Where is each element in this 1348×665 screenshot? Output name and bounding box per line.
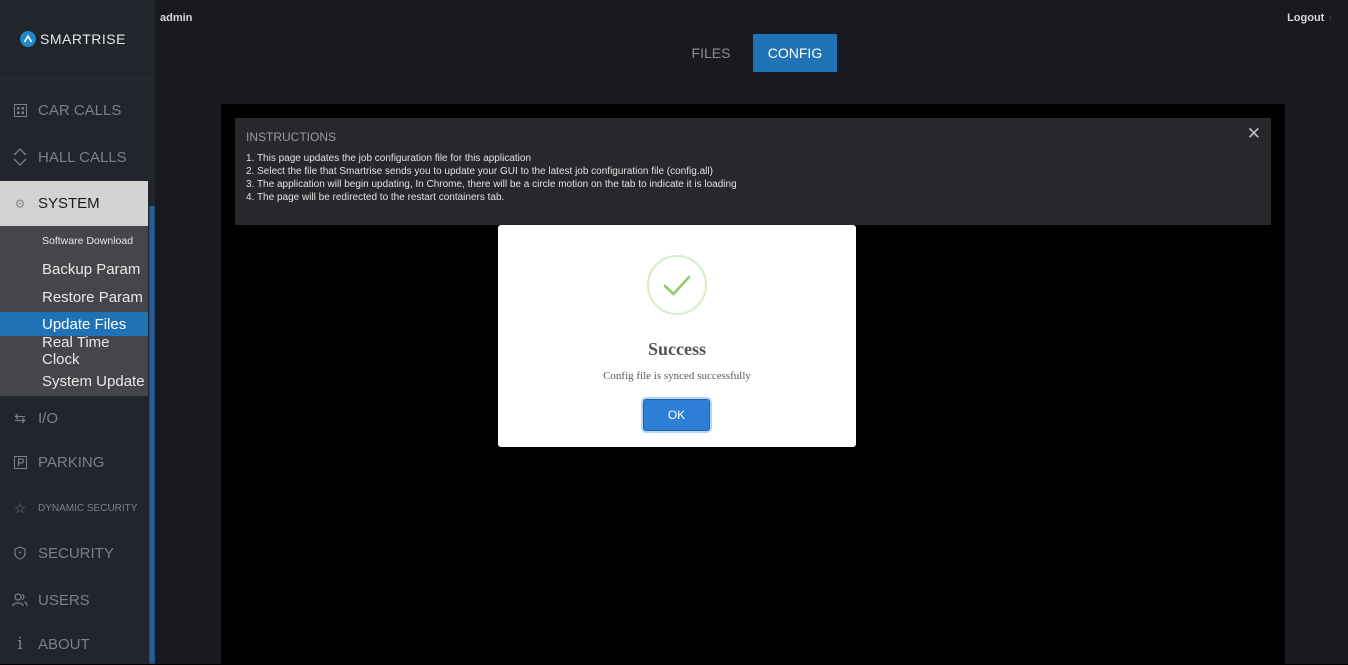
gear-icon: ⚙ <box>14 196 26 211</box>
brand-name: SMARTRISE <box>40 31 126 47</box>
submenu-item-label: Restore Param <box>42 288 143 306</box>
sidebar-item-users[interactable]: USERS <box>0 579 148 621</box>
tab-label: CONFIG <box>767 45 823 61</box>
current-user: admin <box>160 12 193 24</box>
submenu-item-system-update[interactable]: System Update <box>0 370 148 392</box>
instruction-line: 2. Select the file that Smartrise sends … <box>246 166 713 177</box>
sidebar-item-label: ABOUT <box>38 635 90 653</box>
instruction-line: 1. This page updates the job configurati… <box>246 153 531 164</box>
submenu-item-update-files[interactable]: Update Files <box>0 312 148 336</box>
instruction-line: 3. The application will begin updating, … <box>246 179 737 190</box>
submenu-item-label: Update Files <box>42 315 127 333</box>
submenu-item-label: Software Download <box>42 235 134 247</box>
sidebar-divider <box>0 78 155 79</box>
success-check-icon <box>647 255 707 315</box>
submenu-item-real-time-clock[interactable]: Real Time Clock <box>0 334 148 368</box>
sidebar-item-about[interactable]: i ABOUT <box>0 623 148 665</box>
submenu-item-backup-param[interactable]: Backup Param <box>0 258 148 280</box>
dialog-title: Success <box>648 339 706 359</box>
shield-icon <box>12 546 28 560</box>
submenu-item-label: Real Time Clock <box>42 334 110 368</box>
dialog-message: Config file is synced successfully <box>603 370 751 382</box>
submenu-item-label: Backup Param <box>42 260 141 278</box>
info-icon: i <box>17 634 23 654</box>
sidebar: SMARTRISE CAR CALLS HALL CALLS ⚙ SYSTEM … <box>0 0 155 664</box>
smartrise-logo-icon <box>20 31 36 47</box>
io-arrows-icon: ⇆ <box>14 409 26 426</box>
sidebar-item-parking[interactable]: PARKING <box>0 441 148 483</box>
logout-label: Logout <box>1287 12 1325 24</box>
system-submenu: Software Download Backup Param Restore P… <box>0 226 148 396</box>
car-calls-icon <box>12 103 28 117</box>
sidebar-item-car-calls[interactable]: CAR CALLS <box>0 89 148 131</box>
users-icon <box>12 593 28 607</box>
sidebar-item-system[interactable]: ⚙ SYSTEM <box>0 181 148 226</box>
close-icon[interactable]: ✕ <box>1247 124 1261 144</box>
hall-calls-icon <box>12 148 28 166</box>
tab-label: FILES <box>691 45 731 61</box>
logout-arrow-icon: › <box>1328 12 1332 24</box>
instruction-line: 4. The page will be redirected to the re… <box>246 192 505 203</box>
tab-files[interactable]: FILES <box>674 34 748 72</box>
star-icon: ☆ <box>13 499 27 516</box>
submenu-item-software-download[interactable]: Software Download <box>0 230 148 252</box>
success-dialog: Success Config file is synced successful… <box>498 225 856 447</box>
sidebar-item-label: SECURITY <box>38 544 114 562</box>
instructions-box: INSTRUCTIONS 1. This page updates the jo… <box>235 118 1271 225</box>
tab-config[interactable]: CONFIG <box>753 34 837 72</box>
top-bar: admin Logout › <box>0 0 1348 34</box>
ok-button-label: OK <box>667 408 686 422</box>
sidebar-item-label: CAR CALLS <box>38 101 122 119</box>
instructions-title: INSTRUCTIONS <box>246 130 336 144</box>
sidebar-item-hall-calls[interactable]: HALL CALLS <box>0 136 148 178</box>
sidebar-item-security[interactable]: SECURITY <box>0 532 148 574</box>
sidebar-scrollbar[interactable] <box>150 206 154 662</box>
submenu-item-label: System Update <box>42 372 145 390</box>
parking-icon <box>12 455 28 469</box>
sidebar-item-label: SYSTEM <box>38 195 100 212</box>
sidebar-item-label: PARKING <box>38 453 105 471</box>
sidebar-item-label: USERS <box>38 591 90 609</box>
submenu-item-restore-param[interactable]: Restore Param <box>0 286 148 308</box>
sidebar-item-label: DYNAMIC SECURITY <box>38 502 138 514</box>
logout-button[interactable]: Logout › <box>1287 12 1332 24</box>
sidebar-item-label: HALL CALLS <box>38 148 127 166</box>
sidebar-item-label: I/O <box>38 409 59 427</box>
ok-button[interactable]: OK <box>643 399 710 431</box>
sidebar-item-io[interactable]: ⇆ I/O <box>0 397 148 439</box>
brand-logo[interactable]: SMARTRISE <box>20 31 126 47</box>
sidebar-item-dynamic-security[interactable]: ☆ DYNAMIC SECURITY <box>0 487 148 529</box>
